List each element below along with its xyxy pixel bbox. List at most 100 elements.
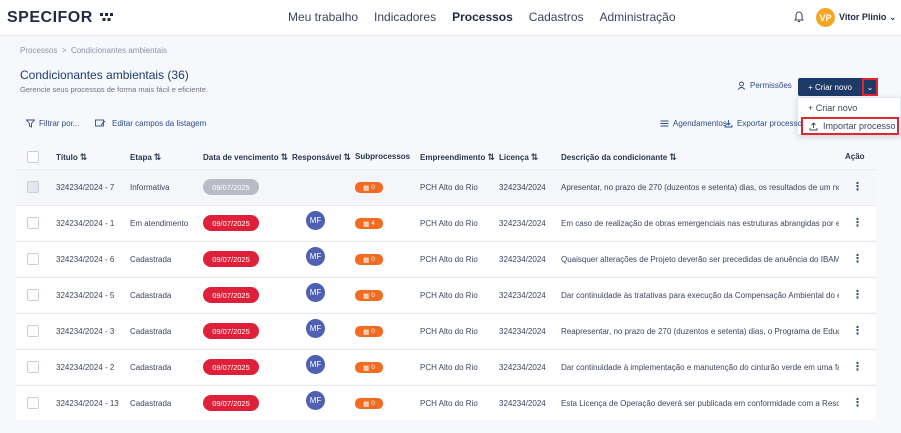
subprocess-badge[interactable]: ▦ 0 (355, 182, 383, 193)
cell-titulo[interactable]: 324234/2024 - 6 (56, 255, 114, 264)
nav-item-meu-trabalho[interactable]: Meu trabalho (288, 10, 358, 24)
table-row[interactable]: 324234/2024 - 13 Cadastrada 09/07/2025 MF ▦ 0… (16, 385, 876, 420)
bell-icon[interactable] (793, 11, 805, 23)
create-dropdown-menu: + Criar novo Importar processo (797, 97, 901, 135)
responsible-avatar[interactable]: MF (306, 283, 325, 302)
row-checkbox[interactable] (27, 361, 39, 373)
cell-titulo[interactable]: 324234/2024 - 5 (56, 291, 114, 300)
user-icon (737, 81, 746, 90)
row-checkbox[interactable] (27, 181, 39, 193)
menu-item-create-new[interactable]: + Criar novo (798, 99, 901, 117)
breadcrumb-root[interactable]: Processos (20, 46, 57, 55)
subprocess-icon: ▦ (363, 364, 370, 372)
sort-icon: ⇅ (343, 152, 351, 162)
logo-dots-icon (99, 12, 113, 21)
column-header-titulo[interactable]: Título ⇅ (56, 152, 87, 163)
upload-icon (809, 121, 818, 130)
sort-icon: ⇅ (530, 152, 539, 162)
nav-item-processos[interactable]: Processos (452, 10, 513, 24)
main-content: Processos > Condicionantes ambientais Co… (0, 37, 901, 433)
nav-item-cadastros[interactable]: Cadastros (529, 10, 584, 24)
subprocess-count: 4 (371, 220, 375, 227)
row-checkbox[interactable] (27, 325, 39, 337)
table-row[interactable]: 324234/2024 - 1 Em atendimento 09/07/2025 M… (16, 205, 876, 240)
subprocess-badge[interactable]: ▦ 0 (355, 398, 383, 409)
subprocess-badge[interactable]: ▦ 0 (355, 326, 383, 337)
cell-titulo[interactable]: 324234/2024 - 2 (56, 363, 114, 372)
subprocess-count: 0 (371, 292, 375, 299)
column-header-responsavel[interactable]: Responsável ⇅ (292, 152, 351, 163)
filter-button[interactable]: Filtrar por... (26, 119, 79, 128)
responsible-avatar[interactable]: MF (306, 355, 325, 374)
column-header-vencimento[interactable]: Data de vencimento ⇅ (203, 152, 288, 163)
chevron-down-icon: ⌄ (888, 12, 897, 22)
subprocess-badge[interactable]: ▦ 0 (355, 290, 383, 301)
subprocess-badge[interactable]: ▦ 0 (355, 362, 383, 373)
breadcrumb-current: Condicionantes ambientais (70, 46, 168, 55)
table-row[interactable]: 324234/2024 - 6 Cadastrada 09/07/2025 MF ▦ 0 P… (16, 241, 876, 276)
cell-empreendimento: PCH Alto do Rio (420, 363, 478, 372)
subprocess-icon: ▦ (363, 220, 370, 228)
row-checkbox[interactable] (27, 397, 39, 409)
table-row[interactable]: 324234/2024 - 5 Cadastrada 09/07/2025 MF ▦ 0 P… (16, 277, 876, 312)
due-date-badge: 09/07/2025 (203, 215, 259, 231)
cell-empreendimento: PCH Alto do Rio (420, 327, 478, 336)
table-row[interactable]: 324234/2024 - 7 Informativa 09/07/2025 ▦ 0 PC… (16, 169, 876, 204)
column-header-descricao[interactable]: Descrição da condicionante ⇅ (561, 152, 677, 163)
nav-item-indicadores[interactable]: Indicadores (374, 10, 436, 24)
column-header-licenca[interactable]: Licença ⇅ (499, 152, 538, 163)
responsible-avatar[interactable]: MF (306, 319, 325, 338)
responsible-avatar[interactable]: MF (306, 247, 325, 266)
permissions-button[interactable]: Permissões (737, 81, 792, 90)
responsible-avatar[interactable]: MF (306, 211, 325, 230)
row-checkbox[interactable] (27, 253, 39, 265)
row-actions-kebab-icon[interactable]: ⋮ (852, 216, 863, 229)
cell-titulo[interactable]: 324234/2024 - 3 (56, 327, 114, 336)
cell-empreendimento: PCH Alto do Rio (420, 291, 478, 300)
breadcrumb-separator-icon: > (59, 46, 69, 55)
cell-licenca: 324234/2024 (499, 255, 546, 264)
cell-etapa: Em atendimento (130, 219, 189, 228)
row-checkbox[interactable] (27, 217, 39, 229)
user-menu[interactable]: Vitor Plinio ⌄ (839, 12, 896, 23)
create-new-button[interactable]: + Criar novo (798, 78, 862, 96)
row-actions-kebab-icon[interactable]: ⋮ (852, 288, 863, 301)
nav-item-administracao[interactable]: Administração (600, 10, 676, 24)
row-actions-kebab-icon[interactable]: ⋮ (852, 360, 863, 373)
table-row[interactable]: 324234/2024 - 2 Cadastrada 09/07/2025 MF ▦ 0 P… (16, 349, 876, 384)
cell-empreendimento: PCH Alto do Rio (420, 219, 478, 228)
row-actions-kebab-icon[interactable]: ⋮ (852, 396, 863, 409)
cell-titulo[interactable]: 324234/2024 - 13 (56, 399, 119, 408)
export-button[interactable]: Exportar processo (724, 119, 802, 128)
due-date-badge: 09/07/2025 (203, 395, 259, 411)
sort-icon: ⇅ (153, 152, 162, 162)
subprocess-count: 0 (371, 364, 375, 371)
column-header-empreendimento[interactable]: Empreendimento ⇅ (420, 152, 495, 163)
edit-columns-icon (95, 119, 106, 127)
create-new-dropdown-toggle[interactable]: ⌄ (862, 78, 878, 96)
top-navbar: SPECIFOR Meu trabalho Indicadores Proces… (0, 0, 901, 36)
list-icon (660, 120, 669, 127)
cell-titulo[interactable]: 324234/2024 - 1 (56, 219, 114, 228)
subprocess-badge[interactable]: ▦ 4 (355, 218, 383, 229)
column-header-etapa[interactable]: Etapa ⇅ (130, 152, 161, 163)
responsible-avatar[interactable]: MF (306, 391, 325, 410)
row-checkbox[interactable] (27, 289, 39, 301)
row-actions-kebab-icon[interactable]: ⋮ (852, 324, 863, 337)
row-actions-kebab-icon[interactable]: ⋮ (852, 252, 863, 265)
cell-titulo[interactable]: 324234/2024 - 7 (56, 183, 114, 192)
cell-etapa: Cadastrada (130, 327, 172, 336)
table-row[interactable]: 324234/2024 - 3 Cadastrada 09/07/2025 MF ▦ 0 P… (16, 313, 876, 348)
user-avatar[interactable]: VP (816, 8, 835, 27)
select-all-checkbox[interactable] (27, 151, 39, 163)
row-actions-kebab-icon[interactable]: ⋮ (852, 180, 863, 193)
subprocess-badge[interactable]: ▦ 0 (355, 254, 383, 265)
schedules-button[interactable]: Agendamentos (660, 119, 727, 128)
subprocess-count: 0 (371, 328, 375, 335)
subprocess-icon: ▦ (363, 328, 370, 336)
brand-logo[interactable]: SPECIFOR (7, 9, 114, 27)
edit-columns-button[interactable]: Editar campos da listagem (95, 119, 206, 128)
cell-descricao: Quaisquer alterações de Projeto deverão … (561, 255, 839, 264)
due-date-badge: 09/07/2025 (203, 287, 259, 303)
menu-item-import-process[interactable]: Importar processo (801, 117, 899, 135)
